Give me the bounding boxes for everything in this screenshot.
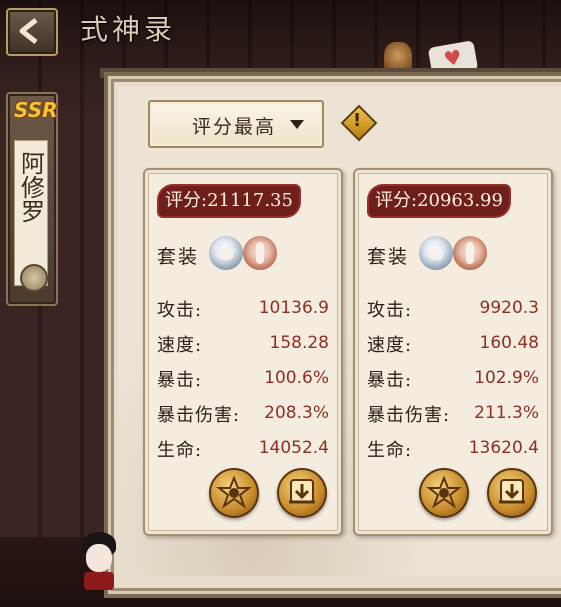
score-badge: 评分:21117.35 bbox=[159, 186, 299, 216]
stat-name: 生命: bbox=[157, 440, 203, 461]
stat-value: 100.6% bbox=[264, 368, 329, 388]
card-actions bbox=[145, 468, 341, 518]
card-actions bbox=[355, 468, 551, 518]
stat-row-hp: 生命: 14052.4 bbox=[157, 432, 329, 467]
stat-name: 速度: bbox=[367, 335, 413, 356]
back-button[interactable] bbox=[6, 8, 58, 56]
rarity-badge: SSR bbox=[14, 98, 58, 122]
score-badge: 评分:20963.99 bbox=[369, 186, 509, 216]
soul-set-card[interactable]: 评分:21117.35 套装 攻击: 10136.9 速度: 158.28 暴击… bbox=[143, 168, 343, 536]
soul-detail-button[interactable] bbox=[209, 468, 259, 518]
stat-row-attack: 攻击: 10136.9 bbox=[157, 292, 329, 327]
cameo-robe bbox=[84, 572, 114, 590]
info-button[interactable]: ! bbox=[340, 104, 378, 142]
stat-name: 攻击: bbox=[367, 300, 413, 321]
magatama-flower-icon bbox=[426, 475, 462, 509]
exclamation-mark-glyph: ! bbox=[353, 110, 362, 131]
chevron-left-icon bbox=[19, 18, 38, 44]
stat-name: 暴击伤害: bbox=[157, 405, 241, 426]
stat-row-speed: 速度: 158.28 bbox=[157, 327, 329, 362]
character-cameo bbox=[82, 528, 118, 590]
set-label: 套装 bbox=[157, 246, 200, 268]
stat-name: 攻击: bbox=[157, 300, 203, 321]
stat-value: 10136.9 bbox=[258, 298, 329, 318]
stats-list: 攻击: 9920.3 速度: 160.48 暴击: 102.9% 暴击伤害: 2… bbox=[367, 292, 539, 467]
soul-set-icon-a[interactable] bbox=[419, 236, 453, 270]
stat-value: 13620.4 bbox=[468, 438, 539, 458]
stat-value: 160.48 bbox=[479, 333, 539, 353]
stat-name: 暴击伤害: bbox=[367, 405, 451, 426]
dropdown-arrow-icon bbox=[290, 120, 304, 129]
soul-set-icon-a[interactable] bbox=[209, 236, 243, 270]
set-row: 套装 bbox=[367, 236, 537, 276]
stat-value: 208.3% bbox=[264, 403, 329, 423]
download-equip-icon bbox=[289, 479, 315, 504]
cameo-face bbox=[86, 544, 112, 572]
stat-name: 暴击: bbox=[157, 370, 203, 391]
stat-row-speed: 速度: 160.48 bbox=[367, 327, 539, 362]
sort-dropdown[interactable]: 评分最高 bbox=[148, 100, 324, 148]
stat-name: 暴击: bbox=[367, 370, 413, 391]
top-bar: 式神录 bbox=[0, 0, 561, 58]
stat-value: 211.3% bbox=[474, 403, 539, 423]
equip-button[interactable] bbox=[277, 468, 327, 518]
stat-value: 102.9% bbox=[474, 368, 539, 388]
soul-set-card[interactable]: 评分:20963.99 套装 攻击: 9920.3 速度: 160.48 暴击:… bbox=[353, 168, 553, 536]
stat-row-crit: 暴击: 100.6% bbox=[157, 362, 329, 397]
stat-row-crit-damage: 暴击伤害: 208.3% bbox=[157, 397, 329, 432]
set-row: 套装 bbox=[157, 236, 327, 276]
stat-row-attack: 攻击: 9920.3 bbox=[367, 292, 539, 327]
character-tab[interactable]: SSR 阿修罗 bbox=[6, 92, 58, 306]
equip-button[interactable] bbox=[487, 468, 537, 518]
page-title: 式神录 bbox=[80, 13, 177, 46]
stat-row-hp: 生命: 13620.4 bbox=[367, 432, 539, 467]
stat-row-crit: 暴击: 102.9% bbox=[367, 362, 539, 397]
download-equip-icon bbox=[499, 479, 525, 504]
stat-value: 158.28 bbox=[269, 333, 329, 353]
soul-set-icon-b[interactable] bbox=[453, 236, 487, 270]
stat-name: 生命: bbox=[367, 440, 413, 461]
sort-selected-label: 评分最高 bbox=[192, 116, 277, 138]
set-label: 套装 bbox=[367, 246, 410, 268]
scroll-knob-icon bbox=[20, 264, 48, 292]
stat-value: 14052.4 bbox=[258, 438, 329, 458]
magatama-flower-icon bbox=[216, 475, 252, 509]
stat-name: 速度: bbox=[157, 335, 203, 356]
stat-row-crit-damage: 暴击伤害: 211.3% bbox=[367, 397, 539, 432]
stats-list: 攻击: 10136.9 速度: 158.28 暴击: 100.6% 暴击伤害: … bbox=[157, 292, 329, 467]
soul-detail-button[interactable] bbox=[419, 468, 469, 518]
soul-set-icon-b[interactable] bbox=[243, 236, 277, 270]
stat-value: 9920.3 bbox=[479, 298, 539, 318]
